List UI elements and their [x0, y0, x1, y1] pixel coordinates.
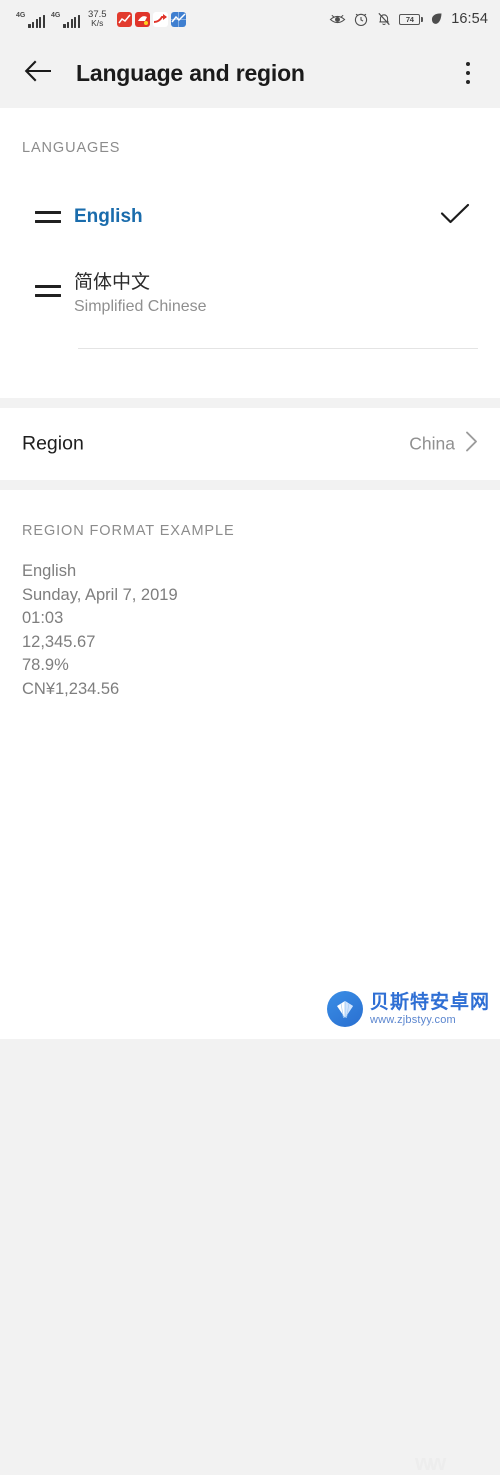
language-name: English	[74, 206, 143, 227]
example-line-language: English	[22, 562, 77, 580]
list-divider	[78, 348, 478, 349]
network-speed-unit: K/s	[91, 18, 104, 28]
overflow-menu-button[interactable]	[453, 54, 483, 92]
red-app-icon	[134, 11, 150, 27]
languages-section-header: LANGUAGES	[22, 140, 121, 156]
status-bar-left: 4G 4G 37.5 K/s	[16, 10, 186, 28]
example-line-number: 12,345.67	[22, 632, 96, 651]
app-bar: Language and region	[0, 38, 500, 108]
drag-handle-icon[interactable]	[22, 211, 74, 223]
watermark-site-url: www.zjbstyy.com	[369, 1013, 456, 1026]
watermark-text: 贝斯特安卓网 www.zjbstyy.com	[370, 993, 490, 1026]
section-gap	[0, 398, 500, 408]
status-bar-right: 74 16:54	[329, 11, 488, 28]
check-icon	[440, 203, 470, 232]
signal-indicator-sim1: 4G	[16, 11, 46, 28]
region-value-wrap: China	[409, 431, 478, 458]
region-format-example-header: REGION FORMAT EXAMPLE	[22, 523, 235, 539]
language-subtitle: Simplified Chinese	[74, 297, 207, 315]
region-row[interactable]: Region China	[0, 408, 500, 480]
network-generation-label-1: 4G	[16, 11, 26, 19]
example-line-date: Sunday, April 7, 2019	[22, 585, 178, 604]
more-vertical-icon-dot	[465, 62, 471, 67]
notification-app-icons	[116, 11, 186, 27]
chevron-right-icon	[465, 431, 478, 458]
page-title: Language and region	[76, 59, 305, 86]
shell-logo-icon	[326, 991, 363, 1027]
language-item-texts: 简体中文 Simplified Chinese	[74, 267, 207, 316]
example-line-percent: 78.9%	[22, 656, 69, 674]
battery-indicator: 74	[399, 13, 424, 25]
language-list-item-chinese[interactable]: 简体中文 Simplified Chinese	[0, 256, 500, 326]
language-name: 简体中文	[74, 271, 151, 293]
section-gap	[0, 480, 500, 490]
language-item-texts: English	[74, 206, 143, 228]
signal-indicator-sim2: 4G	[51, 11, 81, 28]
battery-icon: 74	[399, 13, 421, 25]
example-line-currency: CN¥1,234.56	[22, 679, 120, 698]
eye-icon	[329, 11, 346, 28]
leaf-icon	[430, 12, 443, 27]
languages-card: LANGUAGES English 简体中文 Simplified Chines…	[0, 108, 500, 486]
region-format-example-list: English Sunday, April 7, 2019 01:03 12,3…	[22, 560, 178, 701]
site-watermark: 贝斯特安卓网 www.zjbstyy.com	[326, 991, 490, 1027]
region-value: China	[409, 433, 455, 454]
arrow-left-icon	[24, 58, 54, 89]
red-arrow-app-icon	[152, 11, 168, 27]
back-button[interactable]	[22, 56, 56, 90]
language-list-item-english[interactable]: English	[0, 186, 500, 248]
watermark-site-name: 贝斯特安卓网	[369, 991, 490, 1013]
example-line-time: 01:03	[22, 609, 64, 627]
signal-bars-icon-2	[63, 14, 81, 28]
region-format-example-card: REGION FORMAT EXAMPLE English Sunday, Ap…	[0, 490, 500, 1474]
status-bar: 4G 4G 37.5 K/s 74 16:54	[0, 0, 500, 38]
battery-percent-label: 74	[405, 14, 414, 24]
region-label: Region	[22, 432, 84, 455]
status-bar-clock: 16:54	[451, 11, 488, 27]
more-vertical-icon-dot	[465, 70, 471, 76]
battery-tip	[421, 16, 424, 22]
blue-chart-app-icon	[170, 11, 186, 27]
bell-muted-icon	[376, 11, 392, 27]
red-chart-app-icon	[116, 11, 132, 27]
alarm-clock-icon	[353, 11, 369, 27]
faint-watermark: ww	[415, 1450, 446, 1475]
network-generation-label-2: 4G	[51, 11, 61, 19]
phone-screen: 4G 4G 37.5 K/s 74 16:54 Language and reg…	[0, 0, 500, 1474]
drag-handle-icon[interactable]	[22, 285, 74, 297]
network-speed-indicator: 37.5 K/s	[88, 10, 107, 28]
signal-bars-icon-1	[28, 14, 46, 28]
more-vertical-icon-dot	[465, 79, 471, 84]
